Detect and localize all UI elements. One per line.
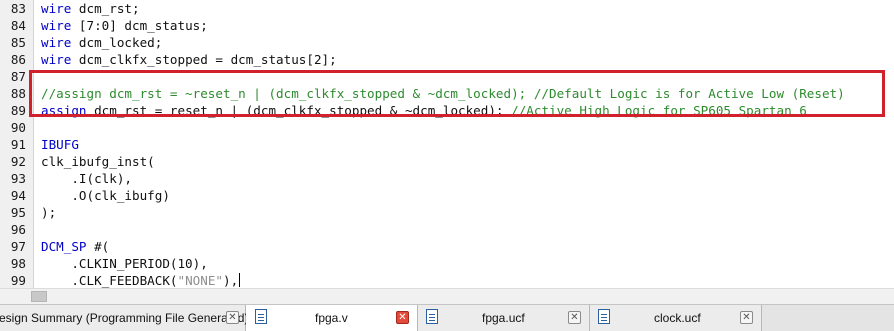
code-token: dcm_rst = reset_n | (dcm_clkfx_stopped &… <box>86 103 512 118</box>
line-number: 84 <box>10 18 26 33</box>
code-text: IBUFG <box>41 136 79 153</box>
code-line: 92 clk_ibufg_inst( <box>0 153 894 170</box>
line-number: 86 <box>10 52 26 67</box>
code-token: dcm_locked; <box>71 35 163 50</box>
code-line: 86 wire dcm_clkfx_stopped = dcm_status[2]… <box>0 51 894 68</box>
code-keyword: wire <box>41 52 72 67</box>
line-number: 93 <box>10 171 26 186</box>
line-number: 94 <box>10 188 26 203</box>
code-line: 90 <box>0 119 894 136</box>
tab-clock-ucf[interactable]: clock.ucf ✕ <box>590 305 762 331</box>
code-line: 96 <box>0 221 894 238</box>
line-number: 98 <box>10 256 26 271</box>
code-token: ), <box>222 273 239 288</box>
code-line: 99 .CLK_FEEDBACK("NONE"), <box>0 272 894 288</box>
document-icon <box>598 309 610 324</box>
line-number: 85 <box>10 35 26 50</box>
document-icon <box>426 309 438 324</box>
line-number: 90 <box>10 120 26 135</box>
line-number: 83 <box>10 1 26 16</box>
code-keyword: assign <box>41 103 87 118</box>
horizontal-scrollbar[interactable] <box>0 288 894 304</box>
code-token: .O(clk_ibufg) <box>41 188 170 203</box>
code-text: .I(clk), <box>41 170 132 187</box>
code-line: 93 .I(clk), <box>0 170 894 187</box>
code-line: 85 wire dcm_locked; <box>0 34 894 51</box>
code-text: wire dcm_locked; <box>41 34 162 51</box>
code-text: assign dcm_rst = reset_n | (dcm_clkfx_st… <box>41 102 807 119</box>
line-number: 92 <box>10 154 26 169</box>
code-line: 89 assign dcm_rst = reset_n | (dcm_clkfx_… <box>0 102 894 119</box>
code-keyword: DCM_SP <box>41 239 87 254</box>
code-editor[interactable]: 83 wire dcm_rst; 84 wire [7:0] dcm_status; 8… <box>0 0 894 288</box>
code-text: .O(clk_ibufg) <box>41 187 170 204</box>
code-token: #( <box>86 239 110 254</box>
code-text: wire dcm_rst; <box>41 0 140 17</box>
close-icon[interactable]: ✕ <box>226 311 239 324</box>
code-string: "NONE" <box>177 273 223 288</box>
code-comment: //assign dcm_rst = ~reset_n | (dcm_clkfx… <box>41 86 845 101</box>
tab-fpga-ucf[interactable]: fpga.ucf ✕ <box>418 305 590 331</box>
code-comment: //Active High Logic for SP605 Spartan 6 <box>511 103 807 118</box>
line-number: 99 <box>10 273 26 288</box>
code-text: wire dcm_clkfx_stopped = dcm_status[2]; <box>41 51 337 68</box>
line-number: 95 <box>10 205 26 220</box>
line-number: 97 <box>10 239 26 254</box>
code-token: ); <box>41 205 57 220</box>
editor-tab-bar: esign Summary (Programming File Generate… <box>0 304 894 331</box>
code-line: 97 DCM_SP #( <box>0 238 894 255</box>
code-keyword: wire <box>41 1 72 16</box>
code-text: DCM_SP #( <box>41 238 109 255</box>
document-icon <box>255 309 267 324</box>
code-text: ); <box>41 204 56 221</box>
code-line: 91 IBUFG <box>0 136 894 153</box>
code-line: 95); <box>0 204 894 221</box>
line-number: 91 <box>10 137 26 152</box>
code-token: .CLK_FEEDBACK( <box>41 273 178 288</box>
line-number: 87 <box>10 69 26 84</box>
code-text: .CLK_FEEDBACK("NONE"), <box>41 272 241 288</box>
close-icon[interactable]: ✕ <box>568 311 581 324</box>
line-number: 89 <box>10 103 26 118</box>
code-token: clk_ibufg_inst( <box>41 154 155 169</box>
line-number: 88 <box>10 86 26 101</box>
scrollbar-thumb[interactable] <box>31 291 47 302</box>
code-line: 94 .O(clk_ibufg) <box>0 187 894 204</box>
code-line: 88 //assign dcm_rst = ~reset_n | (dcm_clk… <box>0 85 894 102</box>
tab-label: esign Summary (Programming File Generate… <box>0 311 249 325</box>
code-line: 98 .CLKIN_PERIOD(10), <box>0 255 894 272</box>
text-caret <box>239 273 241 287</box>
code-token: [7:0] dcm_status; <box>71 18 208 33</box>
close-icon[interactable]: ✕ <box>740 311 753 324</box>
line-number: 96 <box>10 222 26 237</box>
code-text: //assign dcm_rst = ~reset_n | (dcm_clkfx… <box>41 85 845 102</box>
code-keyword: wire <box>41 35 72 50</box>
code-text: wire [7:0] dcm_status; <box>41 17 208 34</box>
code-token: dcm_clkfx_stopped = dcm_status[2]; <box>71 52 337 67</box>
tab-label: clock.ucf <box>654 311 701 325</box>
code-text: .CLKIN_PERIOD(10), <box>41 255 208 272</box>
code-keyword: wire <box>41 18 72 33</box>
close-icon[interactable]: ✕ <box>396 311 409 324</box>
code-text: clk_ibufg_inst( <box>41 153 155 170</box>
code-line: 84 wire [7:0] dcm_status; <box>0 17 894 34</box>
code-keyword: IBUFG <box>41 137 79 152</box>
code-token: .I(clk), <box>41 171 132 186</box>
tab-label: fpga.ucf <box>482 311 525 325</box>
code-token: dcm_rst; <box>71 1 140 16</box>
tab-design-summary[interactable]: esign Summary (Programming File Generate… <box>0 305 249 331</box>
code-line: 87 <box>0 68 894 85</box>
code-line: 83 wire dcm_rst; <box>0 0 894 17</box>
tab-fpga-v[interactable]: fpga.v ✕ <box>246 305 418 331</box>
tab-label: fpga.v <box>315 311 348 325</box>
code-token: .CLKIN_PERIOD(10), <box>41 256 208 271</box>
